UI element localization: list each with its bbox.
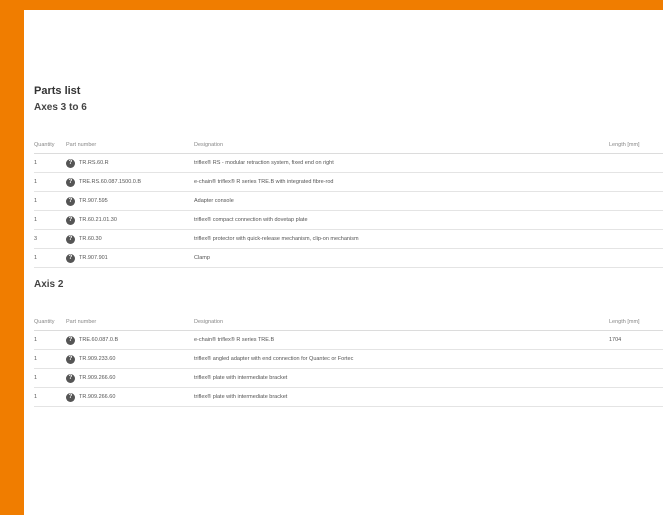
section-title-axes-3-to-6: Axes 3 to 6 xyxy=(34,102,87,113)
section-title-axis-2: Axis 2 xyxy=(34,279,64,290)
column-header-length: Length [mm] xyxy=(609,300,663,331)
length-cell xyxy=(609,368,663,388)
column-header-length: Length [mm] xyxy=(609,123,663,154)
part-number-cell: ? TR.909.266.60 xyxy=(66,387,194,407)
quantity-cell: 1 xyxy=(34,387,66,407)
info-icon[interactable]: ? xyxy=(66,335,75,345)
info-icon[interactable]: ? xyxy=(66,392,75,402)
designation-cell: Clamp xyxy=(194,248,609,268)
quantity-cell: 1 xyxy=(34,330,66,350)
quantity-cell: 1 xyxy=(34,248,66,268)
column-header-part-number: Part number xyxy=(66,123,194,154)
quantity-cell: 3 xyxy=(34,229,66,249)
table-row: 1? TR.907.901 Clamp xyxy=(34,248,663,268)
info-icon[interactable]: ? xyxy=(66,253,75,263)
length-cell xyxy=(609,172,663,192)
length-cell xyxy=(609,248,663,268)
parts-list: Parts list Axes 3 to 6 Quantity Part num… xyxy=(34,85,663,407)
table-row: 3? TR.60.30 triflex® protector with quick-… xyxy=(34,229,663,249)
designation-cell: triflex® plate with intermediate bracket xyxy=(194,387,609,407)
parts-table-axes-3-to-6: Quantity Part number Designation Length … xyxy=(34,123,663,268)
part-number-cell: ? TR.60.21.01.30 xyxy=(66,210,194,230)
part-number-link[interactable]: TRE.60.087.0.B xyxy=(79,337,118,343)
table-row: 1? TR.RS.60.R triflex® RS - modular retrac… xyxy=(34,153,663,173)
part-number-cell: ? TR.909.233.60 xyxy=(66,349,194,369)
quantity-cell: 1 xyxy=(34,172,66,192)
part-number-cell: ? TR.909.266.60 xyxy=(66,368,194,388)
designation-cell: triflex® angled adapter with end connect… xyxy=(194,349,609,369)
table-header-row: Quantity Part number Designation Length … xyxy=(34,300,663,331)
table-row: 1? TRE.60.087.0.B e-chain® triflex® R seri… xyxy=(34,330,663,350)
info-icon[interactable]: ? xyxy=(66,196,75,206)
column-header-quantity: Quantity xyxy=(34,300,66,331)
designation-cell: triflex® protector with quick-release me… xyxy=(194,229,609,249)
quantity-cell: 1 xyxy=(34,210,66,230)
part-number-link[interactable]: TR.909.266.60 xyxy=(79,375,115,381)
quantity-cell: 1 xyxy=(34,368,66,388)
quantity-cell: 1 xyxy=(34,191,66,211)
length-cell: 1704 xyxy=(609,330,663,350)
quantity-cell: 1 xyxy=(34,153,66,173)
part-number-cell: ? TR.907.595 xyxy=(66,191,194,211)
part-number-link[interactable]: TR.60.30 xyxy=(79,236,102,242)
part-number-cell: ? TR.907.901 xyxy=(66,248,194,268)
column-header-designation: Designation xyxy=(194,123,609,154)
designation-cell: e-chain® triflex® R series TRE.B with in… xyxy=(194,172,609,192)
parts-table-axis-2: Quantity Part number Designation Length … xyxy=(34,300,663,407)
part-number-link[interactable]: TR.909.233.60 xyxy=(79,356,115,362)
table-row: 1? TRE.RS.60.087.1500.0.B e-chain® triflex… xyxy=(34,172,663,192)
page-title: Parts list xyxy=(34,85,81,97)
length-cell xyxy=(609,153,663,173)
designation-cell: e-chain® triflex® R series TRE.B xyxy=(194,330,609,350)
table-row: 1? TR.909.233.60 triflex® angled adapter w… xyxy=(34,349,663,369)
part-number-link[interactable]: TR.60.21.01.30 xyxy=(79,217,117,223)
table-header-row: Quantity Part number Designation Length … xyxy=(34,123,663,154)
quantity-cell: 1 xyxy=(34,349,66,369)
content-panel: Parts list Axes 3 to 6 Quantity Part num… xyxy=(24,10,663,515)
length-cell xyxy=(609,191,663,211)
info-icon[interactable]: ? xyxy=(66,373,75,383)
part-number-link[interactable]: TRE.RS.60.087.1500.0.B xyxy=(79,179,141,185)
length-cell xyxy=(609,387,663,407)
info-icon[interactable]: ? xyxy=(66,177,75,187)
info-icon[interactable]: ? xyxy=(66,158,75,168)
info-icon[interactable]: ? xyxy=(66,354,75,364)
designation-cell: triflex® compact connection with dovetap… xyxy=(194,210,609,230)
table-row: 1? TR.909.266.60 triflex® plate with inter… xyxy=(34,368,663,388)
table-row: 1? TR.907.595 Adapter console xyxy=(34,191,663,211)
table-row: 1? TR.60.21.01.30 triflex® compact connect… xyxy=(34,210,663,230)
part-number-cell: ? TR.60.30 xyxy=(66,229,194,249)
part-number-cell: ? TR.RS.60.R xyxy=(66,153,194,173)
designation-cell: Adapter console xyxy=(194,191,609,211)
info-icon[interactable]: ? xyxy=(66,234,75,244)
length-cell xyxy=(609,229,663,249)
part-number-link[interactable]: TR.RS.60.R xyxy=(79,160,109,166)
part-number-link[interactable]: TR.909.266.60 xyxy=(79,394,115,400)
table-row: 1? TR.909.266.60 triflex® plate with inter… xyxy=(34,387,663,407)
designation-cell: triflex® RS - modular retraction system,… xyxy=(194,153,609,173)
length-cell xyxy=(609,349,663,369)
part-number-cell: ? TRE.60.087.0.B xyxy=(66,330,194,350)
part-number-link[interactable]: TR.907.595 xyxy=(79,198,108,204)
length-cell xyxy=(609,210,663,230)
designation-cell: triflex® plate with intermediate bracket xyxy=(194,368,609,388)
part-number-cell: ? TRE.RS.60.087.1500.0.B xyxy=(66,172,194,192)
column-header-designation: Designation xyxy=(194,300,609,331)
column-header-part-number: Part number xyxy=(66,300,194,331)
column-header-quantity: Quantity xyxy=(34,123,66,154)
part-number-link[interactable]: TR.907.901 xyxy=(79,255,108,261)
info-icon[interactable]: ? xyxy=(66,215,75,225)
